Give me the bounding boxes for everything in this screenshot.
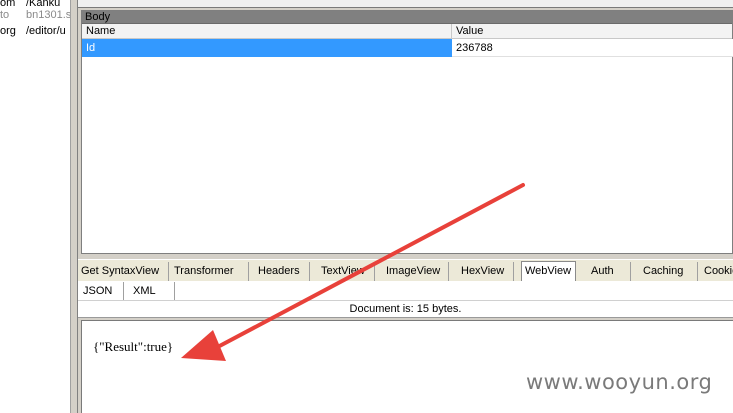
format-subtabs: JSON XML [78,281,733,301]
tab-caching[interactable]: Caching [640,262,698,282]
session-row-col1: to [0,9,10,21]
tab-textview[interactable]: TextView [318,262,375,282]
tab-auth[interactable]: Auth [588,262,631,282]
tab-headers[interactable]: Headers [255,262,310,282]
session-list: om /Kanku to bn1301.s org /editor/u [0,0,70,413]
subtab-json[interactable]: JSON [79,282,124,300]
table-row[interactable]: Id 236788 [82,39,733,57]
inspector-tabs: Get SyntaxView Transformer Headers TextV… [78,259,733,282]
session-row-col2: /editor/u [26,25,66,37]
cell-name[interactable]: Id [82,39,452,57]
vertical-splitter[interactable] [70,0,78,413]
column-header-name[interactable]: Name [82,24,452,39]
tab-cookies[interactable]: Cookie [701,262,733,282]
tab-webview[interactable]: WebView [521,261,576,282]
subtab-xml[interactable]: XML [129,282,175,300]
tab-hexview[interactable]: HexView [458,262,514,282]
tab-transformer[interactable]: Transformer [171,262,249,282]
web-view-panel: {"Result":true} [81,320,733,413]
body-panel: Body Name Value Id 236788 [81,10,733,254]
session-row-col2: bn1301.s [26,9,70,21]
tab-get-syntaxview[interactable]: Get SyntaxView [78,262,169,282]
inspector-pane: Body Name Value Id 236788 Get SyntaxView… [78,0,733,413]
watermark-text: www.wooyun.org [526,370,713,394]
session-row-col1: org [0,25,16,37]
cell-value[interactable]: 236788 [452,39,733,57]
response-body-text: {"Result":true} [93,339,174,354]
body-grid-header: Name Value [82,24,732,39]
body-panel-title: Body [82,11,732,24]
tab-imageview[interactable]: ImageView [383,262,449,282]
column-header-value[interactable]: Value [452,24,733,39]
document-size-status: Document is: 15 bytes. [78,301,733,318]
request-top-strip [78,0,733,8]
